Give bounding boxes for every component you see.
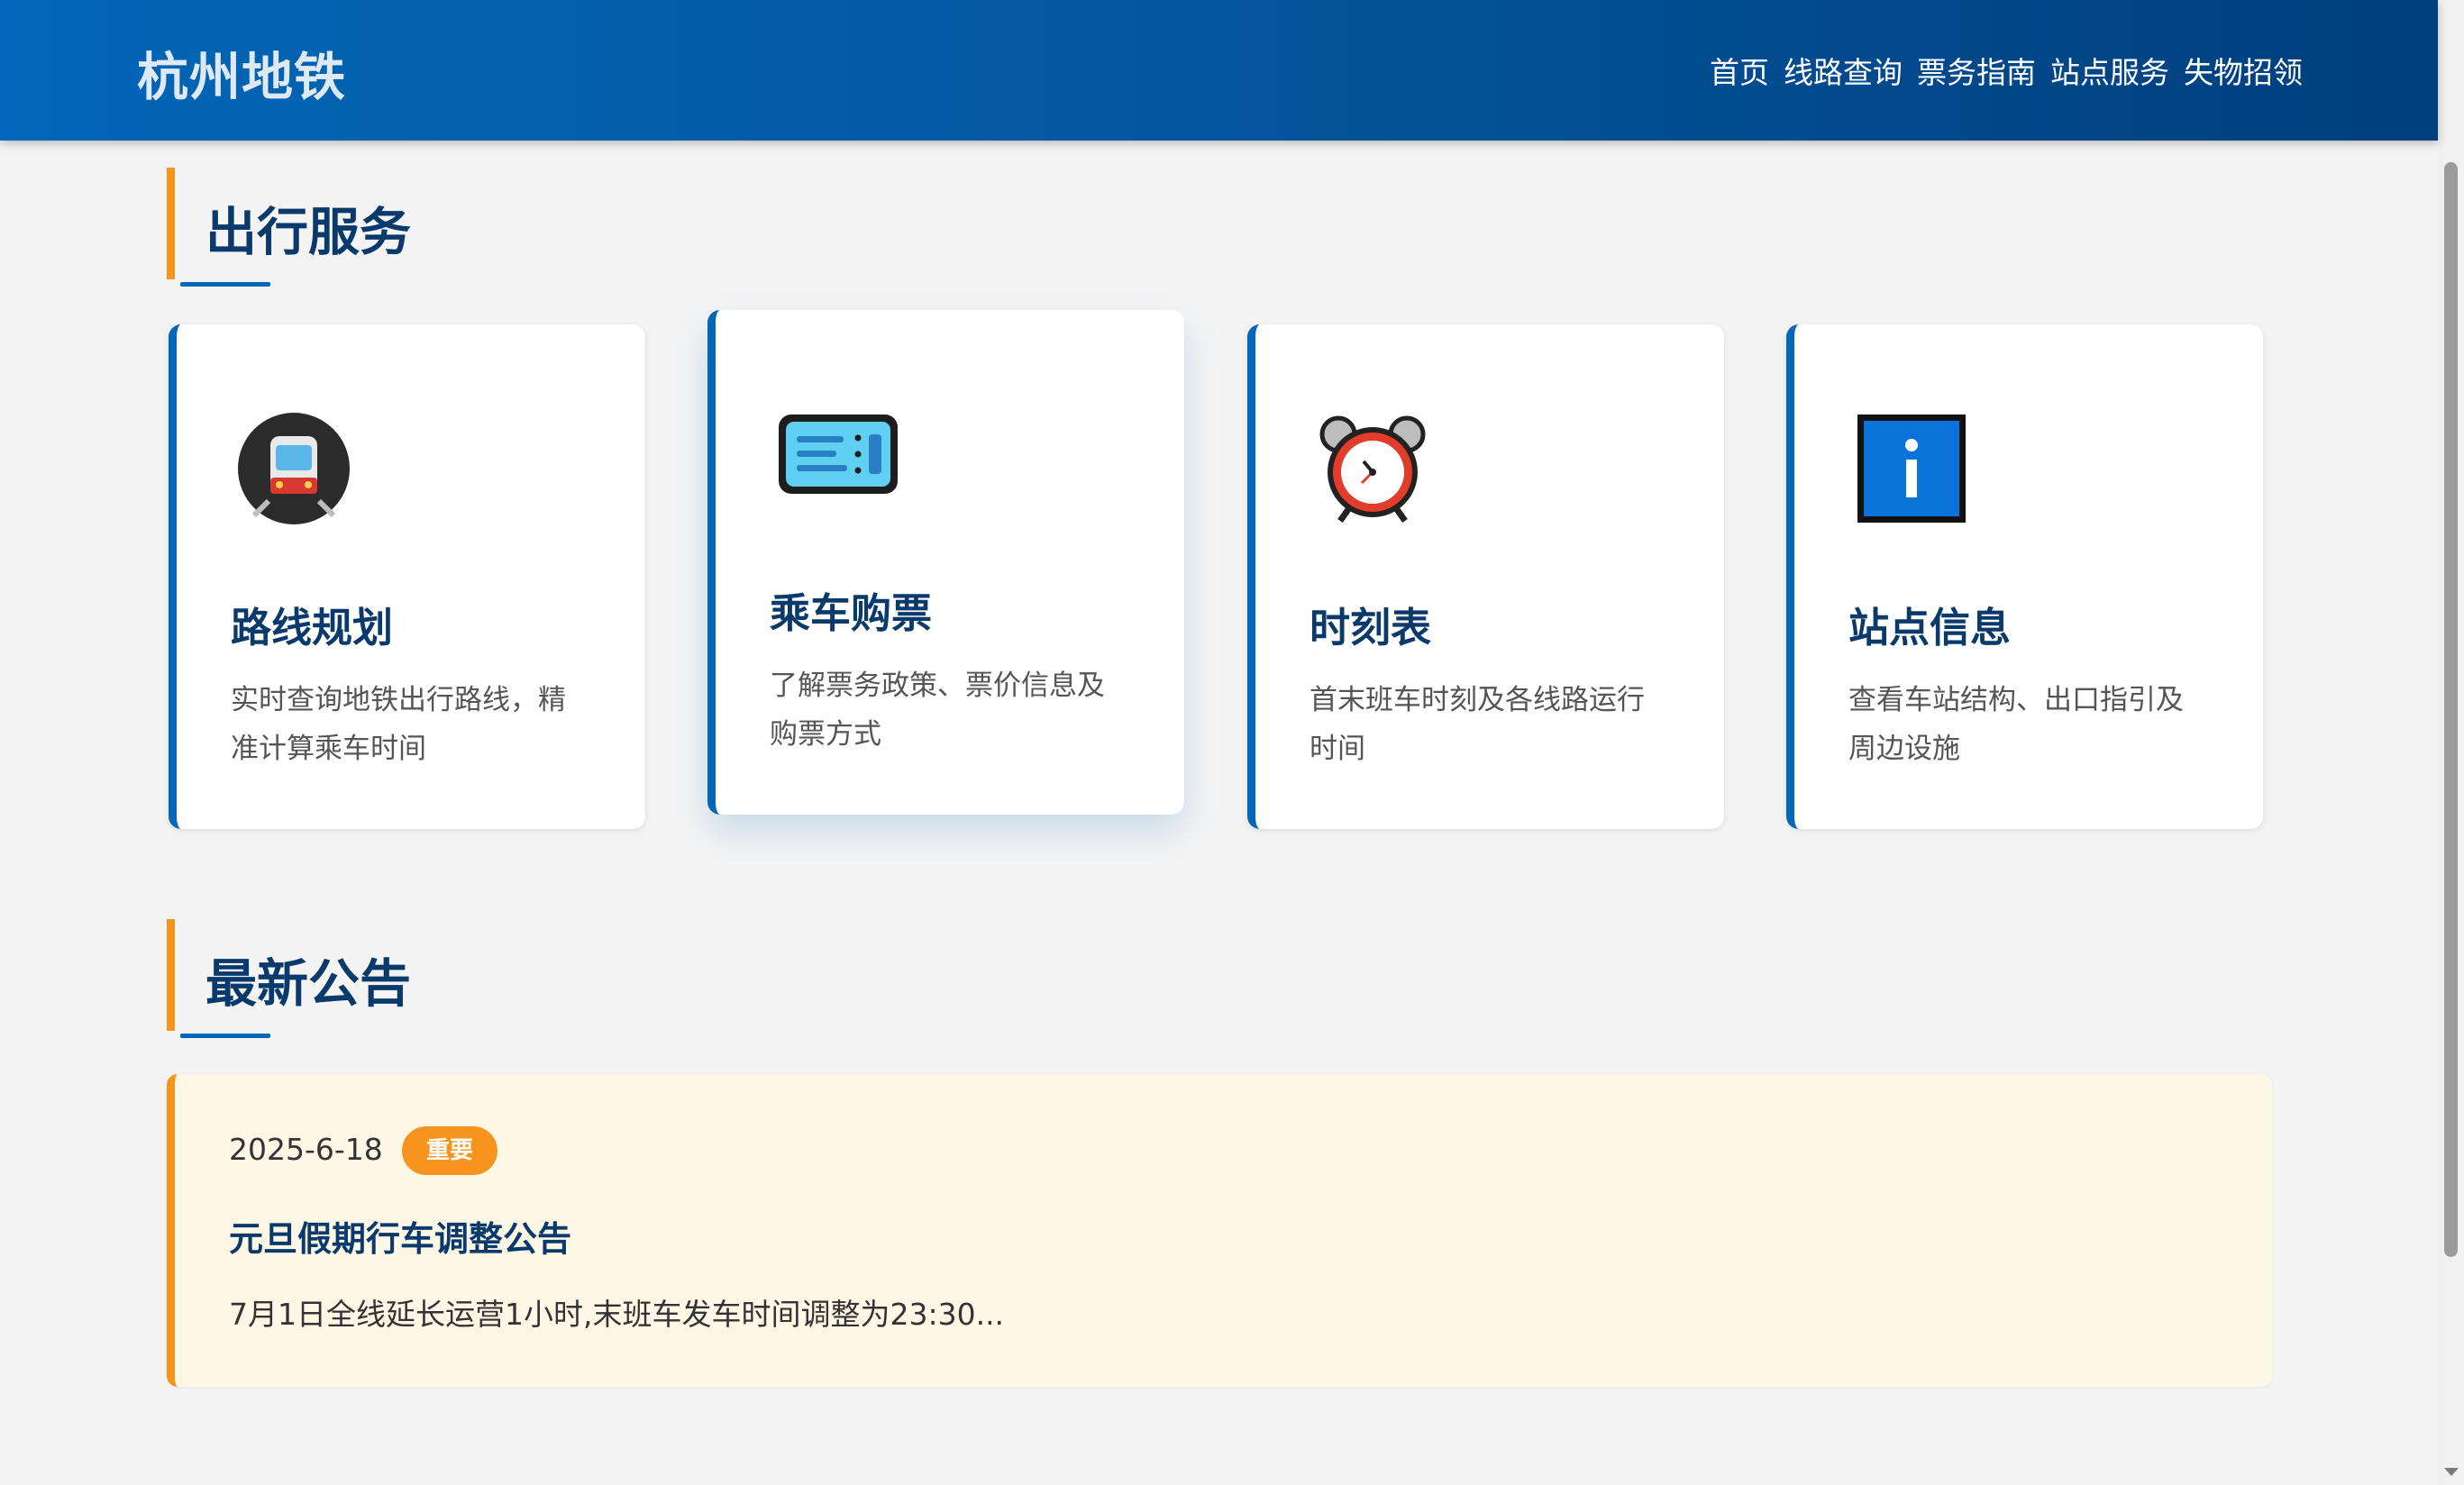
announcement-item[interactable]: 2025-6-18 重要 元旦假期行车调整公告 7月1日全线延长运营1小时,末班… (167, 1074, 2272, 1387)
card-description: 首末班车时刻及各线路运行时间 (1310, 684, 1645, 765)
page: 杭州地铁 首页 线路查询 票务指南 站点服务 失物招领 出行服务 路线规划 实时… (0, 0, 2438, 1485)
nav-station-service[interactable]: 站点服务 (2050, 49, 2169, 92)
card-description: 查看车站结构、出口指引及周边设施 (1848, 684, 2184, 765)
information-icon (1854, 411, 1969, 526)
nav-line-query[interactable]: 线路查询 (1784, 49, 1903, 92)
card-title: 路线规划 (231, 604, 394, 651)
service-card-ticket[interactable]: 乘车购票 了解票务政策、票价信息及购票方式 (707, 310, 1184, 815)
title-underline (180, 282, 270, 287)
title-underline (180, 1034, 270, 1038)
card-description: 实时查询地铁出行路线，精准计算乘车时间 (231, 684, 566, 765)
announcements-heading: 最新公告 (205, 954, 411, 1014)
services-heading: 出行服务 (205, 203, 411, 262)
main-nav: 首页 线路查询 票务指南 站点服务 失物招领 (1710, 49, 2303, 92)
service-card-timetable[interactable]: 时刻表 首末班车时刻及各线路运行时间 (1247, 324, 1724, 829)
metro-train-icon (236, 411, 351, 526)
alarm-clock-icon (1315, 411, 1430, 526)
services-section-title: 出行服务 (167, 168, 411, 287)
announcement-title[interactable]: 元旦假期行车调整公告 (229, 1211, 571, 1261)
site-header: 杭州地铁 首页 线路查询 票务指南 站点服务 失物招领 (0, 0, 2438, 141)
important-badge: 重要 (402, 1126, 497, 1175)
announcement-date: 2025-6-18 (229, 1132, 383, 1167)
nav-home[interactable]: 首页 (1710, 49, 1769, 92)
vertical-scrollbar[interactable] (2438, 0, 2464, 1485)
ticket-icon (775, 409, 898, 524)
announcement-summary: 7月1日全线延长运营1小时,末班车发车时间调整为23:30... (229, 1297, 1005, 1332)
announcements-section-title: 最新公告 (167, 919, 411, 1038)
card-title: 时刻表 (1310, 604, 1432, 651)
card-title: 乘车购票 (770, 589, 933, 637)
scrollbar-thumb[interactable] (2444, 162, 2458, 1257)
nav-lost-found[interactable]: 失物招领 (2184, 49, 2303, 92)
card-description: 了解票务政策、票价信息及购票方式 (770, 670, 1105, 751)
service-card-route[interactable]: 路线规划 实时查询地铁出行路线，精准计算乘车时间 (169, 324, 645, 829)
scroll-down-arrow-icon[interactable] (2444, 1468, 2459, 1476)
site-logo[interactable]: 杭州地铁 (137, 36, 346, 110)
service-card-station[interactable]: 站点信息 查看车站结构、出口指引及周边设施 (1786, 324, 2263, 829)
nav-ticket-guide[interactable]: 票务指南 (1917, 49, 2036, 92)
card-title: 站点信息 (1848, 604, 2012, 651)
